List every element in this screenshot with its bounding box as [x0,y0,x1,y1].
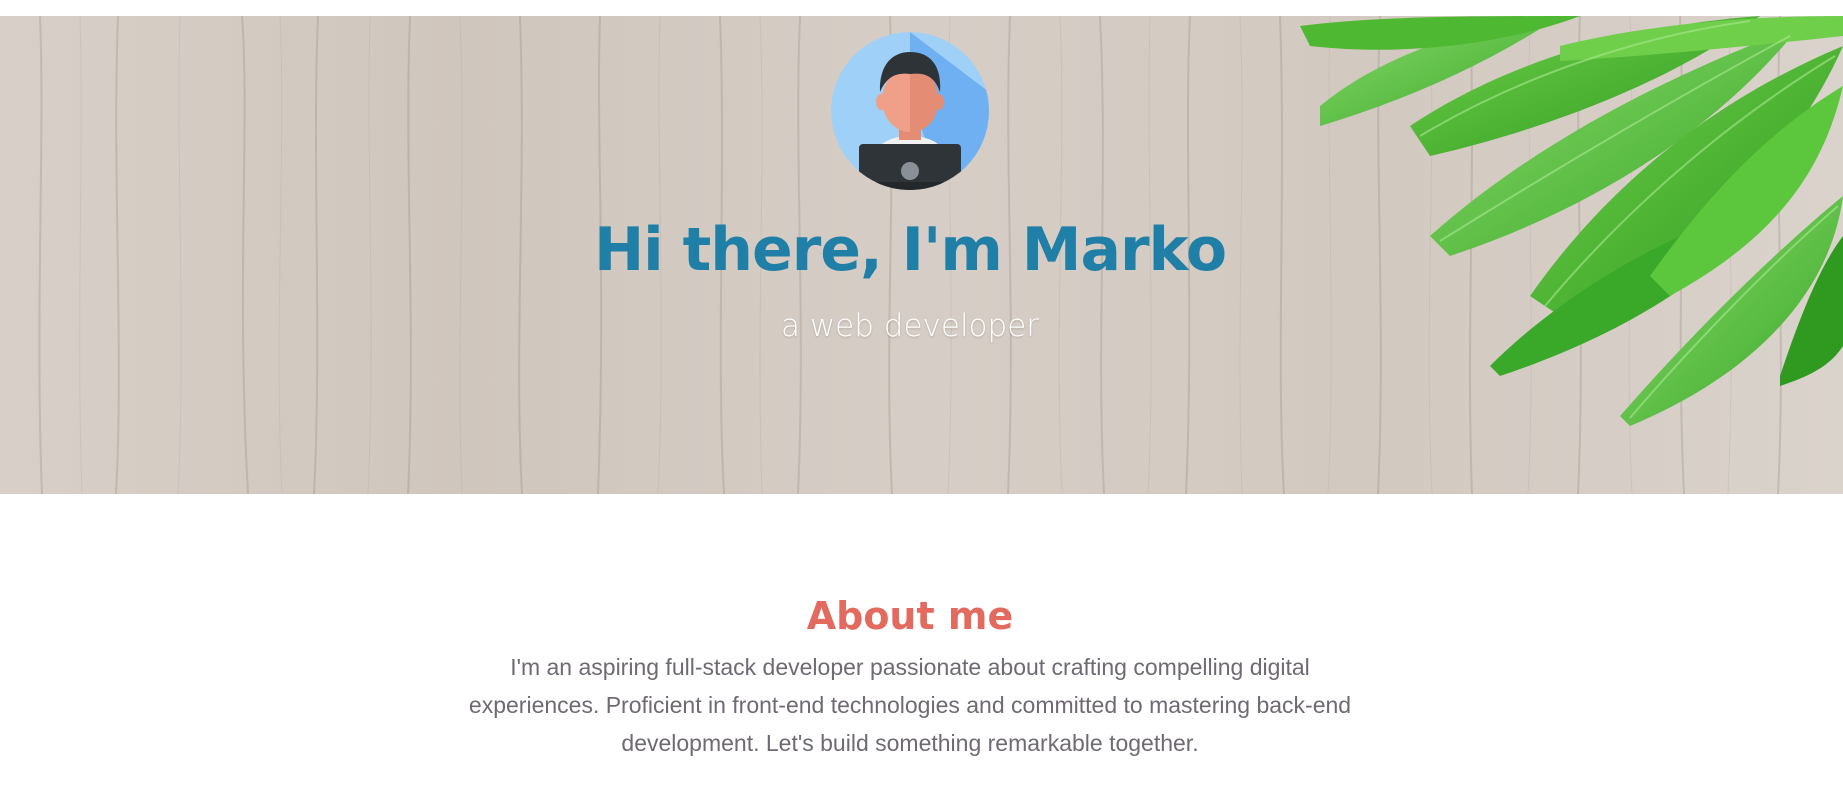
hero-title: Hi there, I'm Marko [593,215,1227,285]
hero-content: Hi there, I'm Marko a web developer [0,16,1843,494]
top-strip [0,0,1843,16]
about-heading: About me [806,594,1014,638]
hero-section: Hi there, I'm Marko a web developer [0,16,1843,494]
developer-avatar-icon [831,32,989,190]
hero-subtitle: a web developer [780,308,1040,344]
about-section: About me I'm an aspiring full-stack deve… [0,494,1843,798]
about-text: I'm an aspiring full-stack developer pas… [468,654,1352,756]
